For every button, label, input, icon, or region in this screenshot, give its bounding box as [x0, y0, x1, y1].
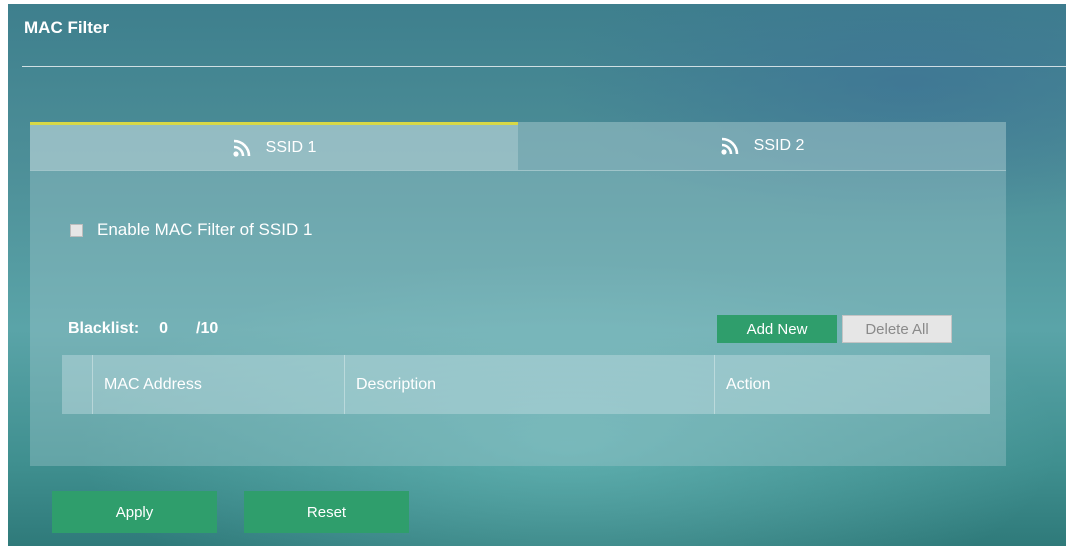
- tab-divider: [30, 170, 1006, 171]
- wifi-icon: [233, 139, 250, 157]
- tab-ssid-2[interactable]: SSID 2: [518, 122, 1006, 170]
- column-header-action: Action: [726, 375, 771, 393]
- tab-ssid-1[interactable]: SSID 1: [30, 122, 518, 170]
- column-divider: [92, 355, 93, 414]
- enable-mac-filter-label: Enable MAC Filter of SSID 1: [97, 220, 313, 239]
- blacklist-count: 0: [159, 320, 169, 337]
- add-new-button[interactable]: Add New: [717, 315, 837, 343]
- ssid-tabs: SSID 1 SSID 2: [30, 122, 1006, 171]
- column-header-mac-address: MAC Address: [104, 375, 202, 393]
- enable-mac-filter-checkbox[interactable]: [70, 223, 83, 237]
- blacklist-summary: Blacklist: 0 /10: [68, 320, 218, 338]
- page-title: MAC Filter: [24, 18, 109, 37]
- title-divider: [22, 66, 1066, 67]
- settings-panel: SSID 1 SSID 2 Enable MAC Filter of SSID …: [30, 122, 1006, 466]
- apply-button[interactable]: Apply: [52, 491, 217, 533]
- mac-filter-page: MAC Filter SSID 1 SSID 2 Enable MAC Filt…: [8, 4, 1066, 546]
- blacklist-max: /10: [196, 320, 219, 337]
- enable-mac-filter-row: Enable MAC Filter of SSID 1: [70, 220, 312, 240]
- mac-address-table: MAC Address Description Action: [62, 355, 990, 414]
- column-divider: [344, 355, 345, 414]
- tab-label: SSID 1: [265, 138, 317, 156]
- delete-all-button[interactable]: Delete All: [842, 315, 952, 343]
- blacklist-label: Blacklist:: [68, 320, 140, 337]
- tab-label: SSID 2: [753, 137, 805, 154]
- reset-button[interactable]: Reset: [244, 491, 409, 533]
- column-divider: [714, 355, 715, 414]
- wifi-icon: [721, 137, 738, 155]
- column-header-description: Description: [356, 375, 437, 393]
